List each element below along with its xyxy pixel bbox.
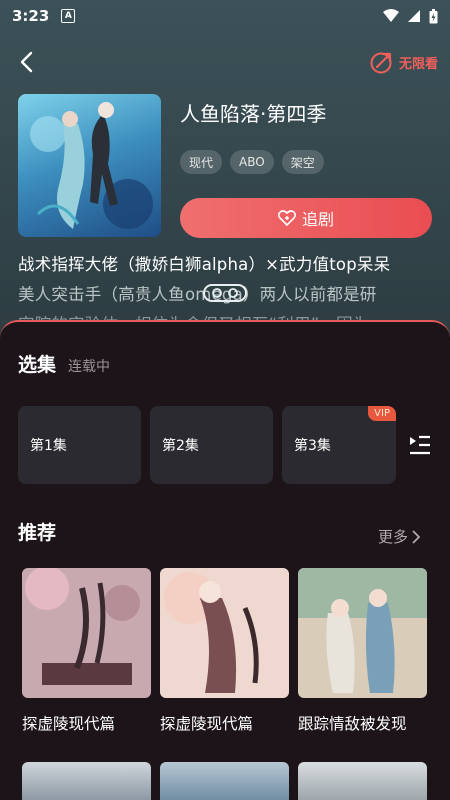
episode-card[interactable]: 第3集 VIP: [282, 406, 396, 484]
vip-badge: VIP: [368, 406, 396, 421]
tag[interactable]: ABO: [230, 150, 274, 174]
recommend-cover: [298, 568, 427, 698]
recommend-card[interactable]: 探虚陵现代篇: [22, 568, 151, 734]
chevron-right-icon: [412, 529, 420, 544]
unlimited-watch-button[interactable]: 无限看: [369, 49, 438, 75]
episodes-header: 选集 连载中: [18, 350, 110, 377]
unlimited-icon: [370, 52, 392, 74]
chevron-left-icon: [20, 51, 33, 73]
status-icons: [383, 8, 438, 24]
episode-list: 第1集 第2集 第3集 VIP: [18, 406, 396, 484]
signal-icon: [408, 10, 420, 22]
recommend-card-title: 探虚陵现代篇: [22, 715, 116, 733]
show-title: 人鱼陷落·第四季: [180, 102, 327, 126]
description-line: 战术指挥大佬（撒娇白狮alpha）×武力值top呆呆: [18, 255, 391, 274]
show-cover[interactable]: [18, 94, 161, 237]
loop-icon: [202, 282, 248, 304]
recommend-list-row2: [22, 762, 427, 800]
tag[interactable]: 现代: [180, 150, 223, 174]
recommend-header: 推荐: [18, 518, 56, 545]
recommend-cover[interactable]: [298, 762, 427, 800]
top-nav: 无限看: [0, 40, 450, 84]
episode-list-icon[interactable]: [408, 434, 432, 456]
recommend-title: 推荐: [18, 522, 57, 544]
recommend-cover[interactable]: [22, 762, 151, 800]
tag-list: 现代 ABO 架空: [180, 150, 324, 174]
recommend-list: 探虚陵现代篇 探虚陵现代篇 跟踪情敌被发现: [22, 568, 427, 734]
more-button[interactable]: 更多: [378, 526, 420, 547]
recommend-cover: [160, 568, 289, 698]
battery-icon: [429, 8, 438, 23]
back-button[interactable]: [12, 48, 40, 76]
heart-plus-icon: [277, 210, 296, 226]
status-time: 3:23: [12, 7, 50, 25]
cover-art-image: [30, 102, 153, 229]
status-bar: 3:23 A: [0, 0, 450, 32]
recommend-cover: [22, 568, 151, 698]
serial-status: 连载中: [68, 359, 111, 375]
recommend-card[interactable]: 探虚陵现代篇: [160, 568, 289, 734]
more-label: 更多: [377, 528, 408, 546]
episode-card[interactable]: 第1集: [18, 406, 141, 484]
wifi-icon: [383, 9, 399, 22]
recommend-card-title: 跟踪情敌被发现: [298, 715, 407, 733]
recommend-cover[interactable]: [160, 762, 289, 800]
app-notification-icon: A: [61, 9, 76, 23]
episode-label: 第1集: [30, 438, 67, 454]
episode-label: 第2集: [162, 438, 199, 454]
recommend-card[interactable]: 跟踪情敌被发现: [298, 568, 427, 734]
episode-card[interactable]: 第2集: [150, 406, 273, 484]
unlimited-label: 无限看: [398, 56, 438, 72]
episode-label: 第3集: [294, 438, 331, 454]
tag[interactable]: 架空: [281, 150, 324, 174]
recommend-card-title: 探虚陵现代篇: [160, 715, 254, 733]
follow-label: 追剧: [301, 210, 334, 229]
bottom-sheet: 选集 连载中 第1集 第2集 第3集 VIP 推荐 更多 探虚陵现代篇 探虚陵现…: [0, 320, 450, 800]
follow-button[interactable]: 追剧: [180, 198, 432, 238]
episodes-title: 选集: [18, 354, 57, 376]
